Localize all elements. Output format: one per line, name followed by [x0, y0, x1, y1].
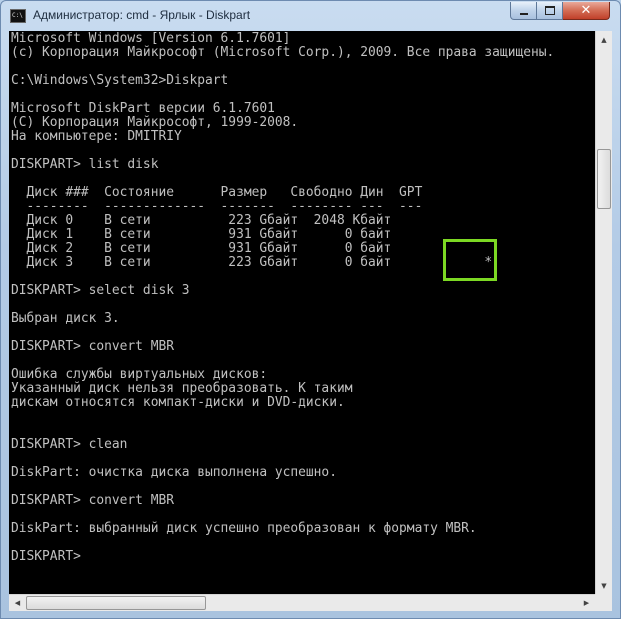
horizontal-scroll-thumb[interactable]: [26, 596, 206, 610]
cmd-window: C:\ Администратор: cmd - Ярлык - Diskpar…: [0, 0, 621, 619]
console-line: Указанный диск нельзя преобразовать. К т…: [11, 381, 353, 396]
console-line: Диск 0 В сети 223 Gбайт 2048 Kбайт: [11, 213, 392, 228]
close-button[interactable]: ✕: [563, 2, 610, 20]
scroll-down-arrow-icon[interactable]: ▼: [596, 577, 612, 594]
cmd-app-icon[interactable]: C:\: [10, 9, 26, 23]
gpt-column-highlight-box: [443, 239, 497, 281]
scroll-right-arrow-icon[interactable]: ▶: [578, 595, 595, 611]
console-line: Выбран диск 3.: [11, 311, 120, 326]
console-line: DISKPART>: [11, 549, 81, 564]
console-line: DISKPART> convert MBR: [11, 339, 174, 354]
window-title: Администратор: cmd - Ярлык - Diskpart: [33, 8, 251, 22]
scroll-up-arrow-icon[interactable]: ▲: [596, 31, 612, 48]
console-line: C:\Windows\System32>Diskpart: [11, 73, 229, 88]
scroll-left-arrow-icon[interactable]: ◀: [9, 595, 26, 611]
console-line: DISKPART> list disk: [11, 157, 159, 172]
minimize-icon: [519, 12, 528, 15]
title-bar[interactable]: C:\ Администратор: cmd - Ярлык - Diskpar…: [1, 1, 620, 31]
minimize-button[interactable]: [510, 2, 537, 20]
maximize-button[interactable]: [537, 2, 563, 20]
console-output-area[interactable]: Microsoft Windows [Version 6.1.7601] (c) …: [9, 31, 595, 594]
console-line: Microsoft DiskPart версии 6.1.7601: [11, 101, 275, 116]
console-line: DiskPart: выбранный диск успешно преобра…: [11, 521, 477, 536]
console-line: На компьютере: DMITRIY: [11, 129, 182, 144]
console-line: Ошибка службы виртуальных дисков:: [11, 367, 268, 382]
console-line: Microsoft Windows [Version 6.1.7601]: [11, 31, 291, 46]
console-text: Microsoft Windows [Version 6.1.7601] (c) …: [11, 32, 554, 564]
scrollbar-corner: [595, 594, 612, 611]
console-line: (c) Корпорация Майкрософт (Microsoft Cor…: [11, 45, 555, 60]
vertical-scroll-thumb[interactable]: [597, 149, 611, 209]
console-line: DISKPART> clean: [11, 437, 128, 452]
console-line: Диск ### Состояние Размер Свободно Дин G…: [11, 185, 423, 200]
vertical-scrollbar[interactable]: ▲ ▼: [595, 31, 612, 594]
console-line: DISKPART> select disk 3: [11, 283, 190, 298]
console-line: DiskPart: очистка диска выполнена успешн…: [11, 465, 337, 480]
console-line: дискам относятся компакт-диски и DVD-дис…: [11, 395, 345, 410]
console-line: DISKPART> convert MBR: [11, 493, 174, 508]
maximize-icon: [544, 6, 555, 15]
console-line: -------- ------------- ------- -------- …: [11, 199, 423, 214]
horizontal-scrollbar[interactable]: ◀ ▶: [9, 594, 595, 611]
close-icon: ✕: [580, 2, 592, 18]
console-line: (C) Корпорация Майкрософт, 1999-2008.: [11, 115, 299, 130]
